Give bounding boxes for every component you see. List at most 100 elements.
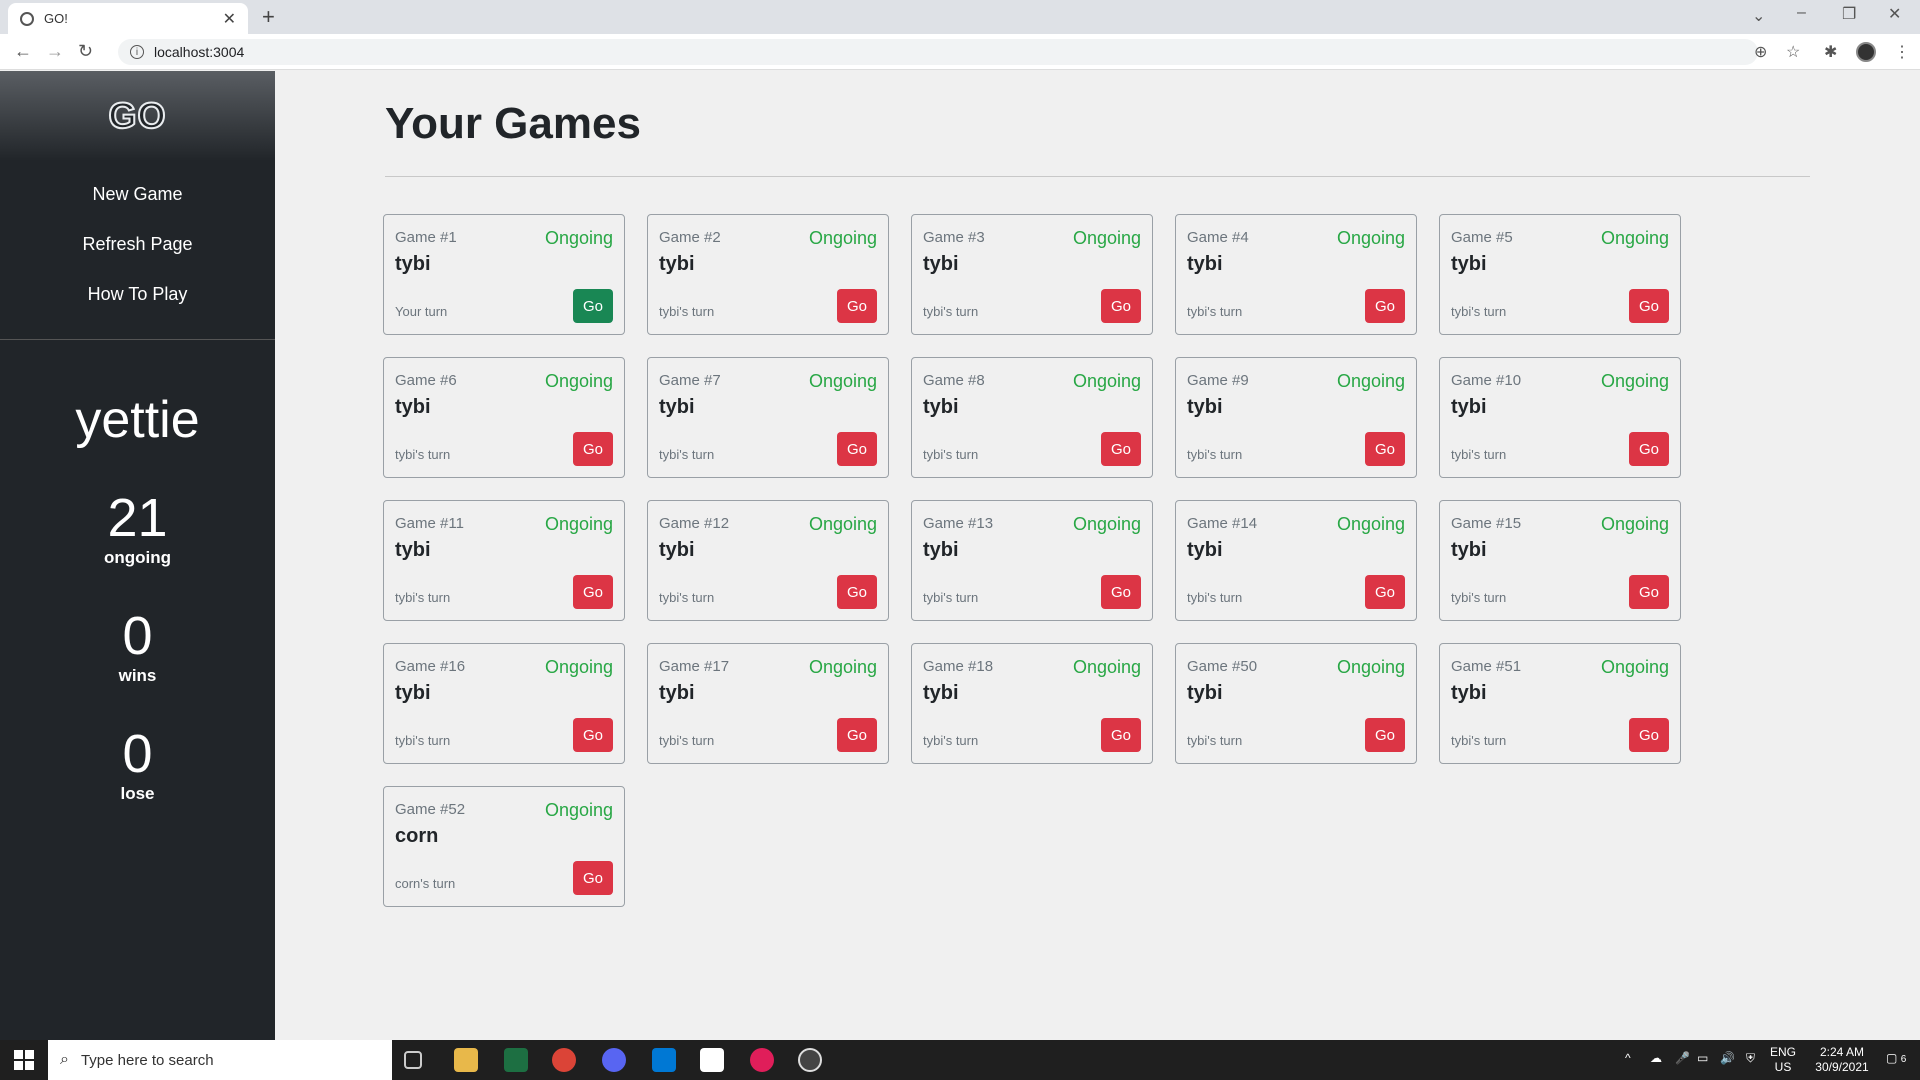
turn-indicator: tybi's turn — [1187, 304, 1243, 319]
stat-label: lose — [120, 784, 155, 803]
turn-indicator: tybi's turn — [1187, 447, 1243, 462]
go-button[interactable]: Go — [837, 289, 877, 323]
turn-indicator: tybi's turn — [1451, 590, 1507, 605]
go-button[interactable]: Go — [1629, 289, 1669, 323]
clock[interactable]: 2:24 AM 30/9/2021 — [1808, 1045, 1876, 1075]
new-game-link[interactable]: New Game — [0, 169, 275, 219]
discord-icon[interactable] — [602, 1048, 626, 1072]
chrome-icon[interactable] — [552, 1048, 576, 1072]
game-card: Game #15 Ongoing tybi tybi's turn Go — [1439, 500, 1681, 621]
task-view-icon[interactable] — [404, 1051, 422, 1069]
game-number: Game #6 — [395, 372, 457, 389]
microphone-icon[interactable]: 🎤 — [1675, 1051, 1690, 1066]
forward-icon[interactable]: → — [46, 41, 64, 62]
close-tab-icon[interactable]: ✕ — [223, 9, 236, 29]
game-status: Ongoing — [544, 800, 613, 820]
excel-icon[interactable] — [504, 1048, 528, 1072]
reload-icon[interactable]: ↻ — [78, 41, 93, 62]
browser-menu-icon[interactable]: ⋮ — [1894, 42, 1910, 62]
game-card: Game #50 Ongoing tybi tybi's turn Go — [1175, 643, 1417, 764]
go-button[interactable]: Go — [1629, 575, 1669, 609]
tray-chevron-icon[interactable]: ^ — [1625, 1051, 1631, 1066]
bookmark-star-icon[interactable]: ☆ — [1786, 42, 1800, 62]
game-number: Game #51 — [1451, 658, 1522, 675]
sidebar-nav: New Game Refresh Page How To Play — [0, 161, 275, 340]
back-icon[interactable]: ← — [14, 41, 32, 62]
divider — [385, 176, 1810, 177]
game-card: Game #3 Ongoing tybi tybi's turn Go — [911, 214, 1153, 335]
notion-icon[interactable] — [700, 1048, 724, 1072]
slack-icon[interactable] — [750, 1048, 774, 1072]
game-status: Ongoing — [1600, 657, 1669, 677]
volume-icon[interactable]: 🔊 — [1720, 1051, 1735, 1066]
games-grid: Game #1 Ongoing tybi Your turn Go Game #2 Ongo… — [383, 214, 1681, 907]
opponent-name: tybi — [1187, 396, 1223, 418]
turn-indicator: Your turn — [395, 304, 448, 319]
go-button[interactable]: Go — [837, 718, 877, 752]
go-button[interactable]: Go — [1365, 289, 1405, 323]
go-logo[interactable]: GO — [107, 94, 166, 137]
lang-text: ENG — [1770, 1045, 1797, 1059]
go-button[interactable]: Go — [573, 861, 613, 895]
minimize-icon[interactable]: – — [1797, 4, 1806, 22]
notification-center[interactable]: ▢ 6 — [1886, 1051, 1906, 1067]
stat-label: wins — [118, 666, 157, 685]
notification-count: 6 — [1900, 1054, 1907, 1065]
go-button[interactable]: Go — [837, 432, 877, 466]
go-button[interactable]: Go — [573, 432, 613, 466]
go-button[interactable]: Go — [1365, 718, 1405, 752]
go-button[interactable]: Go — [1365, 575, 1405, 609]
game-number: Game #18 — [923, 658, 994, 675]
browser-tab[interactable]: GO! ✕ — [8, 3, 248, 34]
notification-icon: ▢ — [1886, 1051, 1898, 1065]
game-card: Game #12 Ongoing tybi tybi's turn Go — [647, 500, 889, 621]
new-tab-icon[interactable]: + — [262, 4, 275, 30]
profile-avatar[interactable] — [1856, 42, 1876, 62]
go-button[interactable]: Go — [837, 575, 877, 609]
turn-indicator: tybi's turn — [923, 304, 979, 319]
network-icon[interactable]: ▭ — [1697, 1051, 1708, 1066]
go-button[interactable]: Go — [1101, 432, 1141, 466]
go-button[interactable]: Go — [1101, 575, 1141, 609]
turn-indicator: tybi's turn — [659, 447, 715, 462]
opponent-name: tybi — [923, 539, 959, 561]
go-button[interactable]: Go — [1365, 432, 1405, 466]
window-close-icon[interactable]: ✕ — [1888, 4, 1901, 24]
game-status: Ongoing — [1336, 657, 1405, 677]
page-title: Your Games — [385, 99, 641, 148]
windows-start-icon[interactable] — [14, 1050, 34, 1070]
opponent-name: tybi — [1451, 396, 1487, 418]
site-info-icon[interactable]: i — [130, 45, 144, 59]
language-indicator[interactable]: ENG US — [1770, 1045, 1796, 1075]
onedrive-icon[interactable]: ☁ — [1650, 1051, 1662, 1066]
go-button[interactable]: Go — [1101, 718, 1141, 752]
game-card: Game #7 Ongoing tybi tybi's turn Go — [647, 357, 889, 478]
url-text: localhost:3004 — [154, 44, 245, 60]
turn-indicator: tybi's turn — [1187, 590, 1243, 605]
game-status: Ongoing — [1072, 228, 1141, 248]
how-to-play-link[interactable]: How To Play — [0, 269, 275, 319]
refresh-page-link[interactable]: Refresh Page — [0, 219, 275, 269]
vscode-icon[interactable] — [652, 1048, 676, 1072]
game-number: Game #3 — [923, 229, 985, 246]
tab-search-icon[interactable]: ⌄ — [1752, 6, 1765, 26]
taskbar-search-input[interactable]: ⌕ Type here to search — [48, 1040, 392, 1080]
go-button[interactable]: Go — [573, 289, 613, 323]
obs-icon[interactable] — [798, 1048, 822, 1072]
restore-icon[interactable]: ❐ — [1842, 4, 1856, 24]
go-button[interactable]: Go — [573, 575, 613, 609]
game-status: Ongoing — [544, 657, 613, 677]
windows-taskbar: ⌕ Type here to search ^ ☁ 🎤 ▭ 🔊 ⛨ ENG US… — [0, 1040, 1920, 1080]
zoom-icon[interactable]: ⊕ — [1754, 42, 1767, 62]
security-icon[interactable]: ⛨ — [1746, 1051, 1755, 1066]
game-status: Ongoing — [1336, 228, 1405, 248]
go-button[interactable]: Go — [1629, 432, 1669, 466]
game-card: Game #13 Ongoing tybi tybi's turn Go — [911, 500, 1153, 621]
go-button[interactable]: Go — [1629, 718, 1669, 752]
go-button[interactable]: Go — [573, 718, 613, 752]
file-explorer-icon[interactable] — [454, 1048, 478, 1072]
url-input[interactable]: i localhost:3004 — [118, 39, 1758, 65]
extensions-icon[interactable]: ✱ — [1824, 42, 1837, 62]
go-button[interactable]: Go — [1101, 289, 1141, 323]
date-text: 30/9/2021 — [1815, 1060, 1869, 1074]
